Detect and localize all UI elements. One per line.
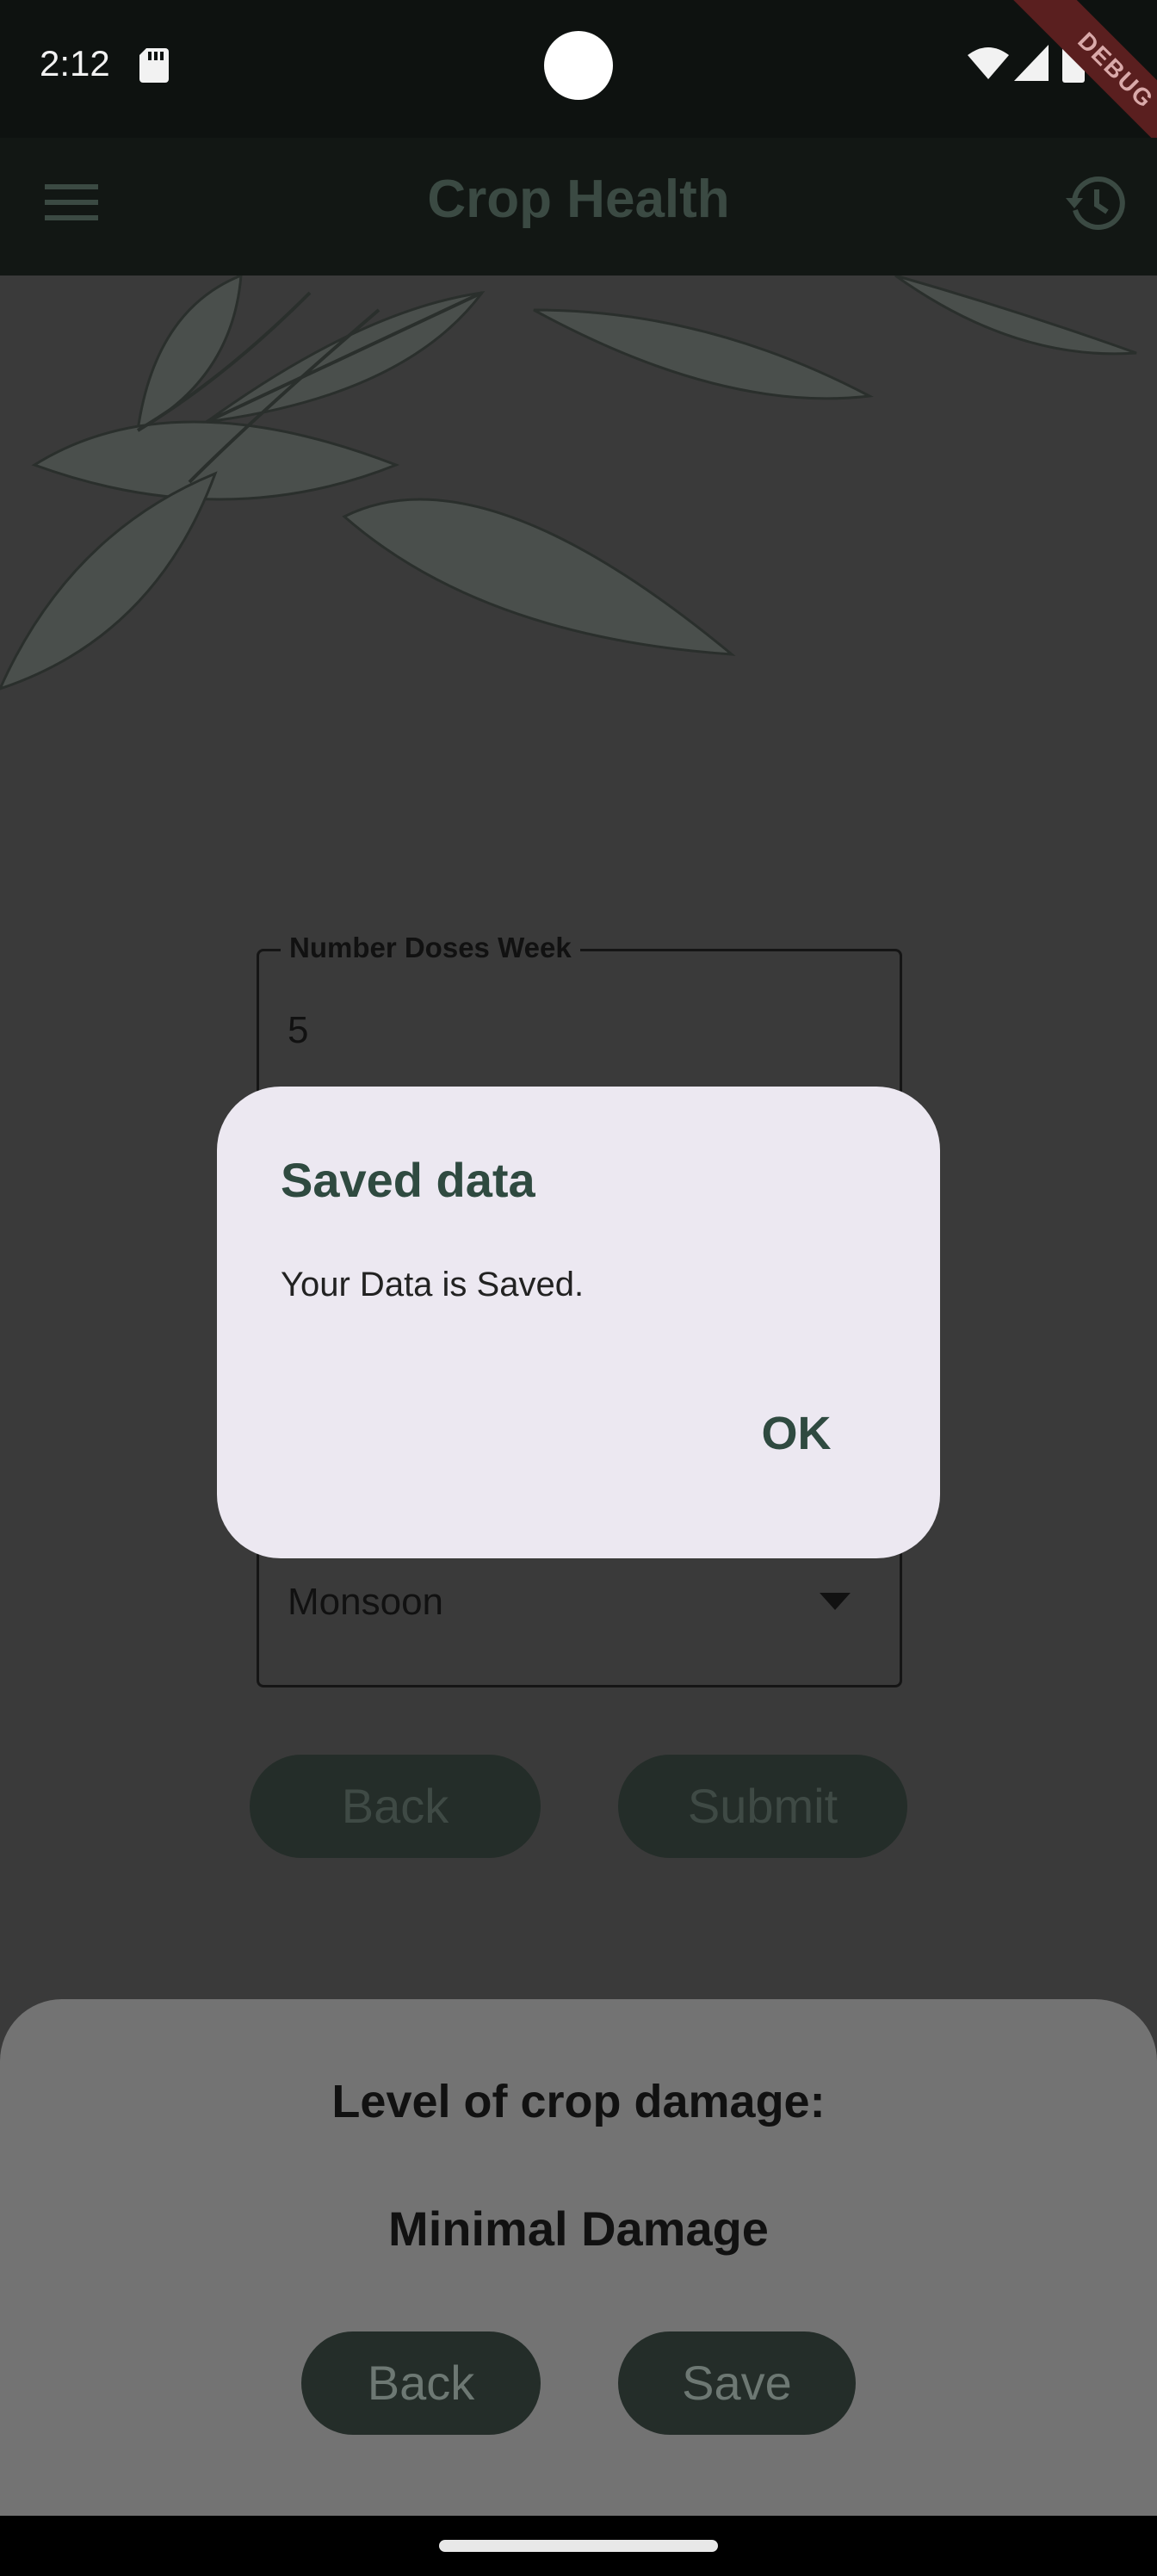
signal-icon [1014, 45, 1049, 81]
crop-damage-heading: Level of crop damage: [331, 2076, 826, 2127]
number-doses-week-value[interactable]: 5 [288, 1009, 308, 1052]
ok-button[interactable]: OK [740, 1403, 852, 1464]
submit-button[interactable]: Submit [618, 1755, 907, 1858]
dialog-message: Your Data is Saved. [281, 1266, 585, 1303]
page-title: Crop Health [427, 170, 730, 229]
form-back-button[interactable]: Back [250, 1755, 541, 1858]
crop-damage-result: Minimal Damage [388, 2201, 769, 2256]
camera-cutout [544, 31, 613, 100]
home-indicator[interactable] [439, 2540, 718, 2552]
season-selected-value: Monsoon [288, 1581, 444, 1623]
leaf-background-image [0, 276, 1137, 690]
sd-card-icon [139, 48, 169, 83]
history-icon[interactable] [1064, 172, 1126, 234]
wifi-icon [968, 47, 1009, 79]
dropdown-arrow-icon[interactable] [820, 1593, 851, 1610]
save-button[interactable]: Save [618, 2331, 856, 2435]
number-doses-week-label: Number Doses Week [281, 932, 580, 964]
dialog-title: Saved data [281, 1153, 535, 1207]
status-time: 2:12 [40, 43, 110, 84]
sheet-back-button[interactable]: Back [301, 2331, 541, 2435]
